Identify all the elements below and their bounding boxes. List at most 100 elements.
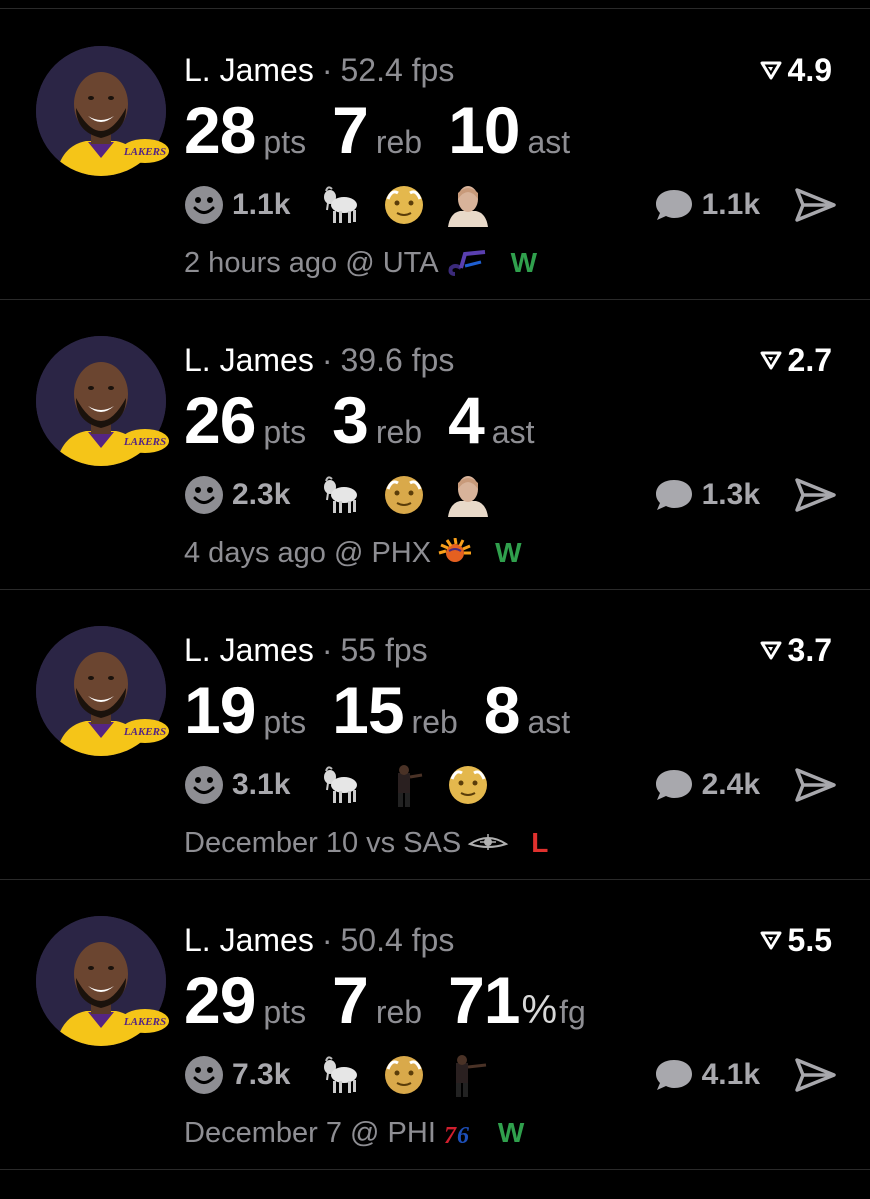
stat-value: 10 bbox=[448, 93, 520, 167]
old-man-emoji-icon[interactable] bbox=[446, 763, 490, 807]
share-send-icon[interactable] bbox=[794, 477, 836, 513]
game-result: W bbox=[510, 247, 538, 278]
stat-unit: reb bbox=[375, 994, 423, 1030]
reactions-bar: 7.3k bbox=[184, 1050, 510, 1100]
comment-icon[interactable] bbox=[654, 187, 694, 223]
post-card[interactable]: LAKERS L. James · 55 fps 3.7 19 pts 15 reb 8… bbox=[0, 590, 870, 880]
goat-emoji-icon[interactable] bbox=[318, 763, 362, 807]
old-man-emoji-icon[interactable] bbox=[382, 473, 426, 517]
stat-unit: pts bbox=[263, 994, 307, 1030]
game-time: December 7 bbox=[184, 1117, 342, 1149]
smiley-reaction-icon[interactable] bbox=[184, 185, 224, 225]
stat-value: 26 bbox=[184, 383, 256, 457]
game-result: L bbox=[531, 827, 549, 858]
divider bbox=[0, 8, 870, 9]
stat-value: 7 bbox=[332, 963, 369, 1037]
game-venue: @ PHX bbox=[333, 537, 432, 569]
separator: · bbox=[321, 922, 333, 958]
person-photo-emoji-icon[interactable] bbox=[446, 473, 490, 517]
post-actions: 2.4k bbox=[654, 760, 836, 810]
rating-value: 4.9 bbox=[787, 52, 832, 88]
post-header: L. James · 50.4 fps bbox=[184, 920, 454, 960]
rating[interactable]: 4.9 bbox=[760, 50, 832, 90]
game-result: W bbox=[495, 537, 522, 568]
goat-emoji-icon[interactable] bbox=[318, 183, 362, 227]
comments-count: 4.1k bbox=[701, 1058, 760, 1091]
player-photo-emoji-icon[interactable] bbox=[382, 763, 426, 807]
comment-icon[interactable] bbox=[654, 767, 694, 803]
player-name[interactable]: L. James bbox=[184, 52, 314, 88]
stat-value: 71 bbox=[448, 963, 520, 1037]
old-man-emoji-icon[interactable] bbox=[382, 183, 426, 227]
player-name[interactable]: L. James bbox=[184, 342, 314, 378]
stat-unit: reb bbox=[375, 414, 423, 450]
player-photo-emoji-icon[interactable] bbox=[446, 1053, 490, 1097]
goat-emoji-icon[interactable] bbox=[318, 1053, 362, 1097]
post-card[interactable]: LAKERS L. James · 39.6 fps 2.7 26 pts 3 reb … bbox=[0, 300, 870, 590]
comment-icon[interactable] bbox=[654, 1057, 694, 1093]
goat-emoji-icon[interactable] bbox=[318, 473, 362, 517]
svg-text:7: 7 bbox=[444, 1123, 457, 1148]
stat-unit: ast bbox=[491, 414, 535, 450]
comment-icon[interactable] bbox=[654, 477, 694, 513]
stat-line: 29 pts 7 reb 71% fg bbox=[184, 962, 586, 1038]
game-info[interactable]: December 7 @ PHI 76 W bbox=[184, 1113, 524, 1153]
smiley-reaction-icon[interactable] bbox=[184, 765, 224, 805]
separator: · bbox=[321, 632, 333, 668]
stat-value: 4 bbox=[448, 383, 485, 457]
post-header: L. James · 55 fps bbox=[184, 630, 428, 670]
reactions-count: 2.3k bbox=[232, 478, 291, 511]
old-man-emoji-icon[interactable] bbox=[382, 1053, 426, 1097]
post-card[interactable]: LAKERS L. James · 52.4 fps 4.9 28 pts 7 reb … bbox=[0, 10, 870, 300]
post-header: L. James · 52.4 fps bbox=[184, 50, 454, 90]
player-name[interactable]: L. James bbox=[184, 922, 314, 958]
player-name[interactable]: L. James bbox=[184, 632, 314, 668]
76ers-logo-icon: 76 bbox=[444, 1123, 469, 1148]
stat-value: 3 bbox=[332, 383, 369, 457]
game-info[interactable]: 4 days ago @ PHX W bbox=[184, 533, 522, 573]
share-send-icon[interactable] bbox=[794, 1057, 836, 1093]
reactions-bar: 1.1k bbox=[184, 180, 510, 230]
rating[interactable]: 3.7 bbox=[760, 630, 832, 670]
stat-line: 26 pts 3 reb 4 ast bbox=[184, 382, 560, 458]
rating[interactable]: 5.5 bbox=[760, 920, 832, 960]
smiley-reaction-icon[interactable] bbox=[184, 1055, 224, 1095]
fps-score: 39.6 fps bbox=[340, 342, 455, 378]
rating-value: 2.7 bbox=[787, 342, 832, 378]
comments-count: 2.4k bbox=[701, 768, 760, 801]
share-send-icon[interactable] bbox=[794, 767, 836, 803]
stat-line: 28 pts 7 reb 10 ast bbox=[184, 92, 596, 168]
post-card[interactable]: LAKERS L. James · 50.4 fps 5.5 29 pts 7 reb … bbox=[0, 880, 870, 1170]
stat-unit: pts bbox=[263, 124, 307, 160]
rating-arrow-icon bbox=[760, 61, 782, 80]
share-send-icon[interactable] bbox=[794, 187, 836, 223]
stat-unit: reb bbox=[375, 124, 423, 160]
smiley-reaction-icon[interactable] bbox=[184, 475, 224, 515]
rating-arrow-icon bbox=[760, 931, 782, 950]
rating-arrow-icon bbox=[760, 641, 782, 660]
divider bbox=[0, 1169, 870, 1170]
stat-line: 19 pts 15 reb 8 ast bbox=[184, 672, 596, 748]
game-info[interactable]: 2 hours ago @ UTA W bbox=[184, 243, 537, 283]
person-photo-emoji-icon[interactable] bbox=[446, 183, 490, 227]
game-time: December 10 bbox=[184, 827, 359, 859]
rating-value: 3.7 bbox=[787, 632, 832, 668]
stat-value: 19 bbox=[184, 673, 256, 747]
stat-value: 28 bbox=[184, 93, 256, 167]
reactions-bar: 3.1k bbox=[184, 760, 510, 810]
lakers-logo-icon: LAKERS bbox=[121, 719, 169, 743]
game-venue: @ PHI bbox=[350, 1117, 436, 1149]
game-info[interactable]: December 10 vs SAS L bbox=[184, 823, 548, 863]
svg-text:LAKERS: LAKERS bbox=[123, 726, 166, 738]
svg-text:LAKERS: LAKERS bbox=[123, 146, 166, 158]
stat-value: 29 bbox=[184, 963, 256, 1037]
rating-value: 5.5 bbox=[787, 922, 832, 958]
rating[interactable]: 2.7 bbox=[760, 340, 832, 380]
reactions-bar: 2.3k bbox=[184, 470, 510, 520]
svg-text:LAKERS: LAKERS bbox=[123, 1016, 166, 1028]
comments-count: 1.1k bbox=[701, 188, 760, 221]
separator: · bbox=[321, 52, 333, 88]
lakers-logo-icon: LAKERS bbox=[121, 429, 169, 453]
suns-logo-icon bbox=[438, 538, 472, 562]
post-actions: 1.1k bbox=[654, 180, 836, 230]
